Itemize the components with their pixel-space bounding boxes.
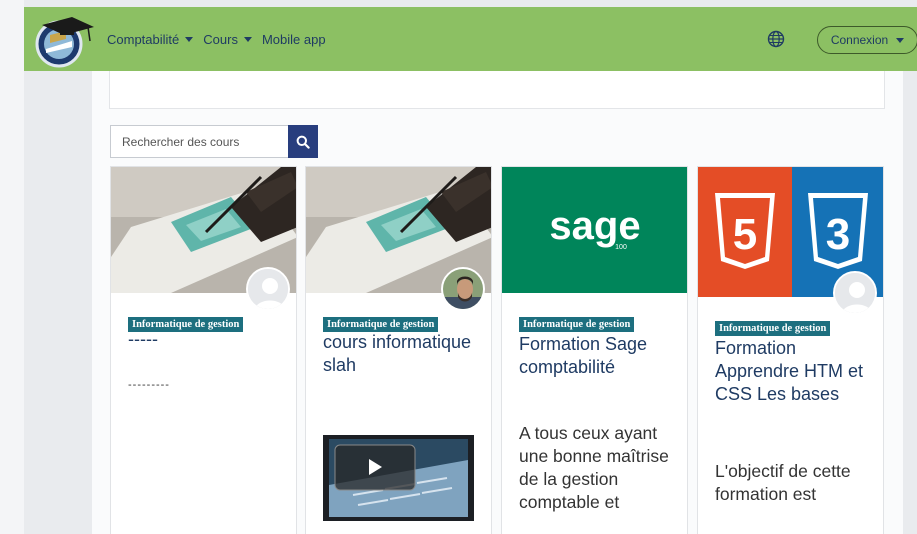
sage-logo-image: sage 100 bbox=[502, 167, 687, 293]
login-button-label: Connexion bbox=[830, 33, 889, 47]
menu-cours[interactable]: Cours bbox=[203, 32, 252, 47]
menu-cours-label: Cours bbox=[203, 31, 238, 47]
main-menu: Comptabilité Cours Mobile app bbox=[107, 7, 326, 71]
course-card[interactable]: Informatique de gestion cours informatiq… bbox=[305, 166, 492, 534]
site-logo[interactable] bbox=[32, 11, 94, 71]
course-search-button[interactable] bbox=[288, 125, 318, 158]
course-category-badge: Informatique de gestion bbox=[715, 321, 831, 336]
menu-mobile-app-label: Mobile app bbox=[261, 31, 326, 47]
video-thumbnail-image bbox=[323, 435, 474, 521]
course-title[interactable]: ----- bbox=[128, 328, 288, 351]
course-card[interactable]: 5 3 Informatique de gestion Formation Ap… bbox=[697, 166, 884, 534]
menu-comptabilite-label: Comptabilité bbox=[107, 31, 180, 47]
menu-comptabilite[interactable]: Comptabilité bbox=[107, 31, 194, 47]
login-button[interactable]: Connexion bbox=[817, 26, 917, 54]
course-search bbox=[110, 125, 318, 158]
caret-down-icon bbox=[185, 36, 194, 42]
course-card[interactable]: Informatique de gestion ----- --------- bbox=[110, 166, 297, 534]
course-title[interactable]: Formation Apprendre HTM et CSS Les bases bbox=[715, 337, 875, 406]
course-category-badge: Informatique de gestion bbox=[323, 317, 439, 332]
sage-logo-text: sage bbox=[549, 204, 640, 248]
globe-icon[interactable] bbox=[767, 30, 785, 48]
teacher-photo bbox=[443, 269, 483, 309]
course-title[interactable]: Formation Sage comptabilité bbox=[519, 333, 679, 379]
course-video-thumbnail[interactable] bbox=[323, 435, 474, 521]
course-header-card-clipped bbox=[109, 71, 885, 109]
course-author-avatar[interactable] bbox=[246, 267, 290, 311]
course-title[interactable]: cours informatique slah bbox=[323, 331, 483, 377]
course-category-badge: Informatique de gestion bbox=[519, 317, 635, 332]
user-icon bbox=[835, 273, 875, 313]
caret-down-icon bbox=[243, 36, 252, 42]
user-icon bbox=[248, 269, 288, 309]
html5-logo-number: 5 bbox=[733, 210, 757, 259]
course-image[interactable]: sage 100 bbox=[502, 167, 687, 293]
top-navbar: Comptabilité Cours Mobile app Connexion bbox=[24, 7, 917, 71]
main-content: Informatique de gestion ----- --------- bbox=[92, 71, 903, 534]
search-icon bbox=[296, 135, 310, 149]
css3-logo-number: 3 bbox=[826, 210, 850, 259]
course-search-input[interactable] bbox=[110, 125, 288, 158]
course-summary: --------- bbox=[128, 379, 170, 391]
caret-down-icon bbox=[896, 37, 905, 43]
menu-mobile-app[interactable]: Mobile app bbox=[262, 32, 326, 47]
course-summary: A tous ceux ayant une bonne maîtrise de … bbox=[519, 423, 669, 512]
course-teacher-avatar[interactable] bbox=[441, 267, 485, 311]
course-card[interactable]: sage 100 Informatique de gestion Formati… bbox=[501, 166, 688, 534]
course-author-avatar[interactable] bbox=[833, 271, 877, 315]
sage-logo-subtext: 100 bbox=[615, 244, 627, 251]
course-summary: L'objectif de cette formation est bbox=[715, 461, 851, 504]
page-left-margin bbox=[0, 0, 24, 534]
